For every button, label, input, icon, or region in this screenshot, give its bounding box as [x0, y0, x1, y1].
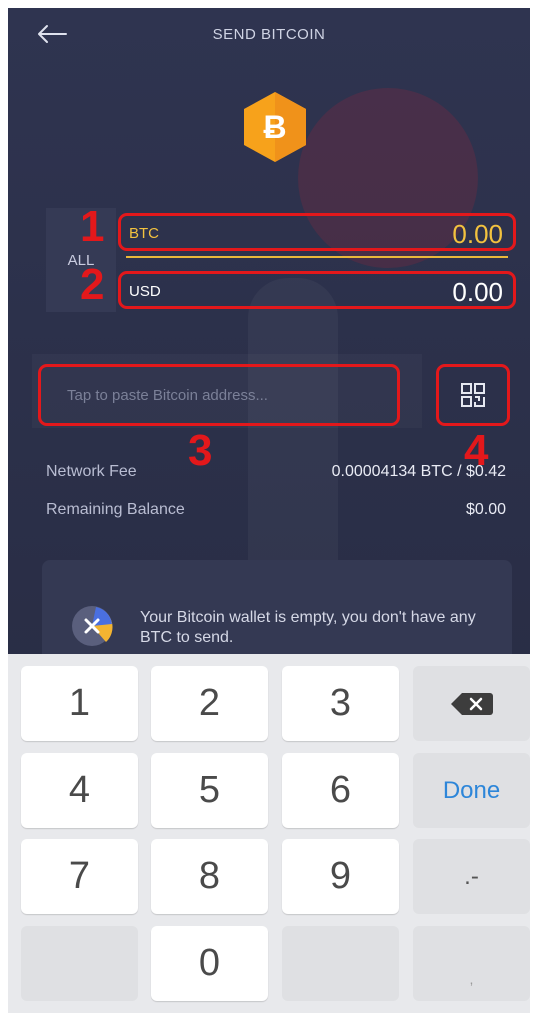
key-3[interactable]: 3 — [282, 666, 399, 741]
backspace-icon — [450, 692, 493, 715]
annotation-marker-2: 2 — [80, 260, 105, 309]
usd-amount-field[interactable]: USD 0.00 — [118, 271, 516, 309]
blank-key-left — [21, 926, 138, 1001]
btc-currency-label: BTC — [129, 225, 159, 242]
key-5[interactable]: 5 — [151, 753, 268, 828]
bitcoin-address-input[interactable] — [38, 364, 400, 426]
comma-key[interactable]: , — [413, 926, 530, 1001]
key-9[interactable]: 9 — [282, 839, 399, 914]
usd-amount-value: 0.00 — [452, 277, 503, 307]
remaining-balance-label: Remaining Balance — [46, 501, 185, 518]
blank-key-right — [282, 926, 399, 1001]
key-6[interactable]: 6 — [282, 753, 399, 828]
key-4[interactable]: 4 — [21, 753, 138, 828]
empty-wallet-message: Your Bitcoin wallet is empty, you don't … — [140, 609, 476, 646]
done-key[interactable]: Done — [413, 753, 530, 828]
annotation-marker-1: 1 — [80, 202, 105, 251]
usd-currency-label: USD — [129, 283, 161, 300]
btc-amount-value: 0.00 — [452, 219, 503, 249]
bitcoin-icon: Ƀ — [244, 92, 306, 162]
watermark-stroke — [248, 278, 338, 608]
page-title: SEND BITCOIN — [212, 26, 326, 43]
network-fee-value: 0.00004134 BTC / $0.42 — [331, 463, 506, 480]
network-fee-label: Network Fee — [46, 463, 137, 480]
key-8[interactable]: 8 — [151, 839, 268, 914]
comma-label: , — [469, 971, 474, 987]
backspace-key[interactable] — [413, 666, 530, 741]
numeric-keypad: 1 2 3 4 5 6 Done 7 8 9 .- 0 , — [8, 654, 530, 1013]
key-0[interactable]: 0 — [151, 926, 268, 1001]
active-field-underline — [126, 256, 508, 258]
top-bar: SEND BITCOIN — [8, 8, 530, 60]
key-7[interactable]: 7 — [21, 839, 138, 914]
svg-text:Ƀ: Ƀ — [263, 109, 286, 145]
annotation-marker-3: 3 — [188, 426, 213, 475]
key-1[interactable]: 1 — [21, 666, 138, 741]
send-bitcoin-screen: SEND BITCOIN Ƀ ALL BTC 0.00 USD 0.00 1 2… — [8, 8, 530, 1013]
qr-scan-button[interactable] — [436, 364, 510, 426]
key-2[interactable]: 2 — [151, 666, 268, 741]
qr-scan-icon — [461, 383, 485, 407]
close-badge-icon — [72, 606, 113, 646]
decimal-minus-key[interactable]: .- — [413, 839, 530, 914]
remaining-balance-value: $0.00 — [465, 501, 506, 518]
btc-amount-field[interactable]: BTC 0.00 — [118, 213, 516, 251]
